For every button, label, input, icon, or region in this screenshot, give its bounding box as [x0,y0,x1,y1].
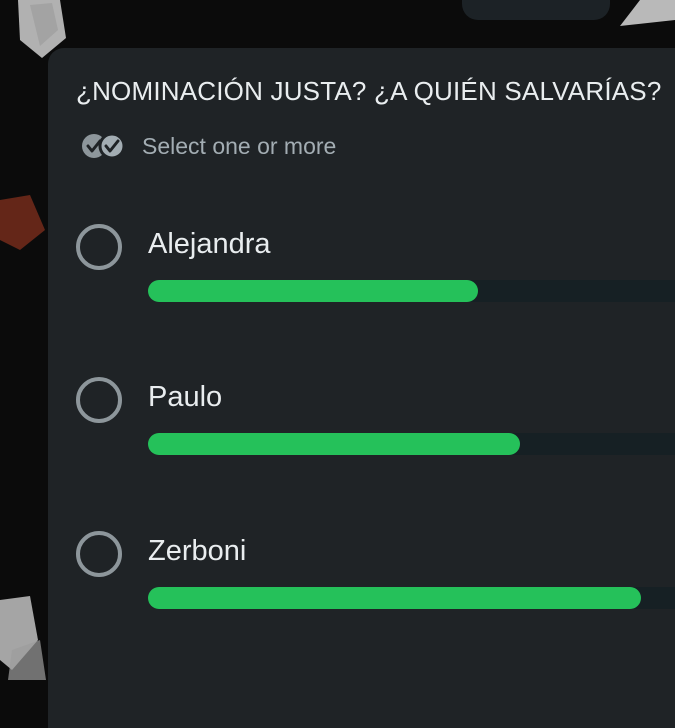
option-label: Paulo [148,381,223,413]
radio-unchecked-icon[interactable] [76,531,122,577]
radio-unchecked-icon[interactable] [76,224,122,270]
option-label: Alejandra [148,228,271,260]
vote-bar-fill [148,433,521,455]
double-check-icon [82,132,126,160]
poll-card: ¿NOMINACIÓN JUSTA? ¿A QUIÉN SALVARÍAS? S… [48,48,675,728]
top-bubble [462,0,610,20]
vote-bar-track [148,587,675,609]
poll-option[interactable]: Alejandra [48,224,675,344]
selection-hint-text: Select one or more [142,132,337,159]
option-label: Zerboni [148,535,247,567]
poll-option[interactable]: Paulo [48,377,675,497]
vote-bar-track [148,433,675,455]
radio-unchecked-icon[interactable] [76,377,122,423]
poll-option[interactable]: Zerboni [48,531,675,651]
selection-hint: Select one or more [80,132,336,160]
vote-bar-fill [148,587,641,609]
vote-bar-fill [148,280,479,302]
vote-bar-track [148,280,675,302]
poll-question: ¿NOMINACIÓN JUSTA? ¿A QUIÉN SALVARÍAS? [76,76,662,106]
